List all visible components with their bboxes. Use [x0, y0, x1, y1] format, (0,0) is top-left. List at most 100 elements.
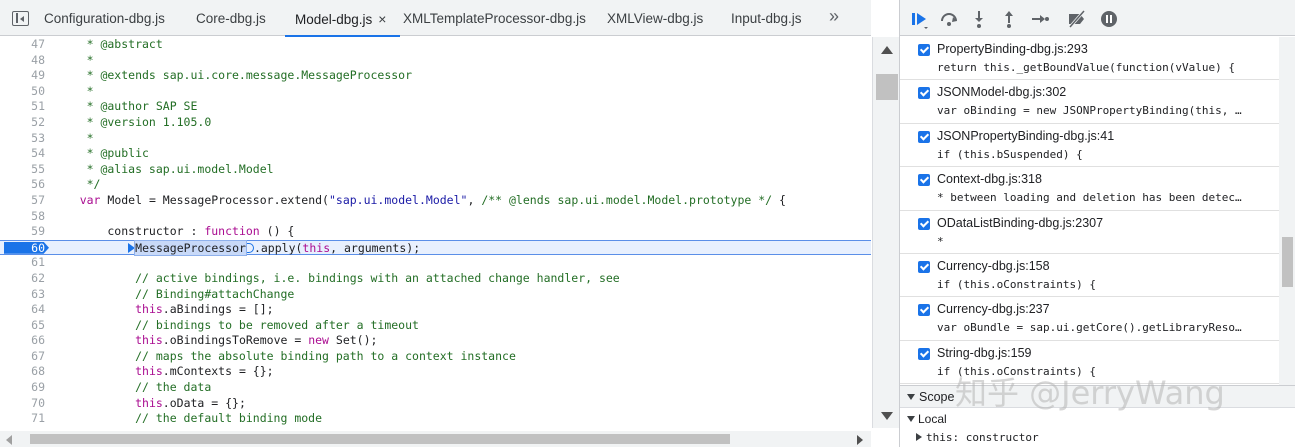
- code-line[interactable]: 59 constructor : function () {: [0, 224, 871, 240]
- line-number[interactable]: 58: [0, 209, 45, 225]
- frame-checkbox[interactable]: [918, 174, 930, 187]
- line-number[interactable]: 68: [0, 364, 45, 380]
- code-line[interactable]: 54 * @public: [0, 146, 871, 162]
- frame-checkbox[interactable]: [918, 260, 930, 273]
- editor-vertical-scrollbar[interactable]: [872, 37, 900, 428]
- code-line[interactable]: 51 * @author SAP SE: [0, 99, 871, 115]
- line-number[interactable]: 65: [0, 318, 45, 334]
- code-line[interactable]: 53 *: [0, 131, 871, 147]
- step-button[interactable]: [1028, 8, 1050, 30]
- line-number[interactable]: 63: [0, 287, 45, 303]
- call-frame-item[interactable]: Currency-dbg.js:158 if (this.oConstraints…: [900, 254, 1279, 298]
- scroll-thumb[interactable]: [1282, 237, 1293, 287]
- code-line[interactable]: 67 // maps the absolute binding path to …: [0, 349, 871, 365]
- line-number[interactable]: 55: [0, 162, 45, 178]
- scroll-thumb[interactable]: [876, 74, 898, 100]
- tab-input-dbg[interactable]: Input-dbg.js: [731, 0, 802, 36]
- code-line[interactable]: 55 * @alias sap.ui.model.Model: [0, 162, 871, 178]
- scroll-down-icon[interactable]: [881, 412, 893, 420]
- call-frame-item[interactable]: PropertyBinding-dbg.js:293 return this._g…: [900, 37, 1279, 81]
- line-number[interactable]: 48: [0, 53, 45, 69]
- code-line[interactable]: 63 // Binding#attachChange: [0, 287, 871, 303]
- navigator-toggle-icon[interactable]: [12, 11, 29, 26]
- pause-on-exceptions-button[interactable]: [1098, 8, 1120, 30]
- line-number[interactable]: 52: [0, 115, 45, 131]
- line-number[interactable]: 59: [0, 224, 45, 240]
- step-into-button[interactable]: [968, 8, 990, 30]
- line-number[interactable]: 66: [0, 333, 45, 349]
- call-frame-item[interactable]: JSONModel-dbg.js:302 var oBinding = new J…: [900, 80, 1279, 124]
- more-tabs-icon[interactable]: »: [829, 6, 839, 27]
- scroll-right-icon[interactable]: [857, 435, 863, 445]
- call-frame-item[interactable]: Currency-dbg.js:237 var oBundle = sap.ui.…: [900, 297, 1279, 341]
- tab-core-dbg[interactable]: Core-dbg.js: [196, 0, 266, 36]
- code-line[interactable]: 49 * @extends sap.ui.core.message.Messag…: [0, 68, 871, 84]
- call-frame-item[interactable]: Context-dbg.js:318 * between loading and …: [900, 167, 1279, 211]
- line-number[interactable]: 51: [0, 99, 45, 115]
- scroll-thumb[interactable]: [30, 434, 730, 444]
- frame-checkbox[interactable]: [918, 87, 930, 100]
- line-number[interactable]: 54: [0, 146, 45, 162]
- tab-xmlview-dbg[interactable]: XMLView-dbg.js: [607, 0, 703, 36]
- call-frame-item[interactable]: JSONPropertyBinding-dbg.js:41 if (this.bS…: [900, 124, 1279, 168]
- line-number[interactable]: 64: [0, 302, 45, 318]
- scope-this-row[interactable]: this: constructor: [900, 428, 1295, 447]
- code-line[interactable]: 69 // the data: [0, 380, 871, 396]
- code-line[interactable]: 48 *: [0, 53, 871, 69]
- line-number[interactable]: 56: [0, 177, 45, 193]
- line-number[interactable]: 50: [0, 84, 45, 100]
- call-frame-item[interactable]: String-dbg.js:159 if (this.oConstraints) …: [900, 341, 1279, 385]
- line-number[interactable]: 57: [0, 193, 45, 209]
- code-line[interactable]: 50 *: [0, 84, 871, 100]
- code-line[interactable]: 60 MessageProcessor .apply(this, argument…: [0, 239, 871, 257]
- scope-this-value: this: constructor: [926, 431, 1039, 444]
- deactivate-breakpoints-button[interactable]: [1066, 8, 1088, 30]
- frame-checkbox[interactable]: [918, 304, 930, 317]
- code-line[interactable]: 62 // active bindings, i.e. bindings wit…: [0, 271, 871, 287]
- scroll-left-icon[interactable]: [6, 435, 12, 445]
- step-over-button[interactable]: [938, 8, 960, 30]
- step-out-button[interactable]: [998, 8, 1020, 30]
- tab-xmltemplateprocessor-dbg[interactable]: XMLTemplateProcessor-dbg.js: [403, 0, 586, 36]
- call-frame-item[interactable]: ODataListBinding-dbg.js:2307 *: [900, 211, 1279, 254]
- code-line[interactable]: 52 * @version 1.105.0: [0, 115, 871, 131]
- chevron-right-icon: [916, 433, 922, 441]
- line-number[interactable]: 70: [0, 396, 45, 412]
- frame-checkbox[interactable]: [918, 44, 930, 56]
- line-number[interactable]: 62: [0, 271, 45, 287]
- code-line[interactable]: 58: [0, 209, 871, 225]
- call-stack-scrollbar[interactable]: [1279, 37, 1295, 385]
- code-line[interactable]: 56 */: [0, 177, 871, 193]
- inline-breakpoint-icon[interactable]: [245, 243, 254, 254]
- code-line[interactable]: 65 // bindings to be removed after a tim…: [0, 318, 871, 334]
- frame-checkbox[interactable]: [918, 130, 930, 143]
- scope-local-label: Local: [918, 412, 947, 426]
- close-icon[interactable]: ×: [378, 11, 386, 27]
- code-view[interactable]: 47 * @abstract 48 * 49 * @extends sap.ui.c…: [0, 37, 871, 428]
- line-number[interactable]: 69: [0, 380, 45, 396]
- line-number[interactable]: 53: [0, 131, 45, 147]
- frame-checkbox[interactable]: [918, 347, 930, 360]
- scope-local-row[interactable]: Local: [900, 409, 1295, 428]
- code-line[interactable]: 47 * @abstract: [0, 37, 871, 53]
- code-line[interactable]: 66 this.oBindingsToRemove = new Set();: [0, 333, 871, 349]
- line-number[interactable]: 60: [0, 241, 45, 257]
- tab-configuration-dbg[interactable]: Configuration-dbg.js: [44, 0, 165, 36]
- code-line[interactable]: 70 this.oData = {};: [0, 396, 871, 412]
- line-number[interactable]: 49: [0, 68, 45, 84]
- code-line[interactable]: 64 this.aBindings = [];: [0, 302, 871, 318]
- code-line[interactable]: 68 this.mContexts = {};: [0, 364, 871, 380]
- frame-checkbox[interactable]: [918, 217, 930, 230]
- tab-model-dbg[interactable]: Model-dbg.js ×: [284, 0, 402, 37]
- scroll-up-icon[interactable]: [881, 46, 893, 54]
- code-line[interactable]: 71 // the default binding mode: [0, 411, 871, 427]
- editor-horizontal-scrollbar[interactable]: [0, 431, 871, 447]
- line-number[interactable]: 71: [0, 411, 45, 427]
- line-number[interactable]: 47: [0, 37, 45, 53]
- resume-button[interactable]: [908, 8, 930, 30]
- line-number[interactable]: 67: [0, 349, 45, 365]
- code-line[interactable]: 61: [0, 255, 871, 271]
- scope-section-header[interactable]: Scope: [900, 385, 1295, 408]
- code-line[interactable]: 57 var Model = MessageProcessor.extend("…: [0, 193, 871, 209]
- line-number[interactable]: 61: [0, 255, 45, 271]
